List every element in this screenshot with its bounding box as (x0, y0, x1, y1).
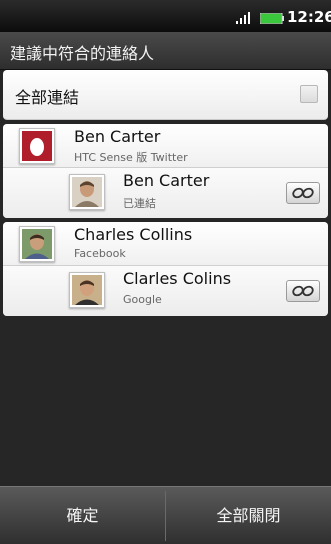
contact-source: HTC Sense 版 Twitter (74, 151, 188, 164)
contact-source: 已連結 (123, 197, 156, 210)
contact-source: Facebook (74, 247, 126, 260)
contact-name: Clarles Colins (123, 269, 232, 288)
link-button[interactable] (286, 280, 320, 302)
person-photo-icon (69, 174, 105, 210)
battery-icon (260, 13, 284, 24)
contact-name: Charles Collins (74, 225, 193, 244)
link-all-row[interactable]: 全部連結 (3, 70, 328, 120)
link-button[interactable] (286, 182, 320, 204)
contact-match-list: 全部連結 Ben Carter HTC Sense 版 Twitter Ben … (0, 70, 331, 486)
confirm-button[interactable]: 確定 (0, 487, 165, 544)
person-photo-icon (69, 272, 105, 308)
close-all-button[interactable]: 全部關閉 (166, 487, 331, 544)
contact-group: Ben Carter HTC Sense 版 Twitter Ben Carte… (3, 124, 328, 218)
person-photo-icon (19, 226, 55, 262)
contact-source: Google (123, 293, 162, 306)
link-icon (292, 187, 314, 199)
signal-bars-icon (236, 12, 250, 24)
title-bar: 建議中符合的連絡人 (0, 32, 331, 70)
primary-contact-row[interactable]: Ben Carter HTC Sense 版 Twitter (3, 124, 328, 168)
suggested-contact-row[interactable]: Ben Carter 已連結 (3, 168, 328, 218)
link-all-checkbox[interactable] (300, 85, 318, 103)
bottom-action-bar: 確定 全部關閉 (0, 486, 331, 544)
link-all-label: 全部連結 (15, 88, 80, 107)
contact-name: Ben Carter (74, 127, 161, 146)
contact-group: Charles Collins Facebook Clarles Colins … (3, 222, 328, 316)
egg-avatar-icon (19, 128, 55, 164)
contact-name: Ben Carter (123, 171, 210, 190)
link-icon (292, 285, 314, 297)
suggested-contact-row[interactable]: Clarles Colins Google (3, 266, 328, 316)
primary-contact-row[interactable]: Charles Collins Facebook (3, 222, 328, 266)
page-title: 建議中符合的連絡人 (10, 44, 155, 63)
clock: 12:26 (287, 8, 331, 26)
status-bar: 12:26 (0, 0, 331, 32)
